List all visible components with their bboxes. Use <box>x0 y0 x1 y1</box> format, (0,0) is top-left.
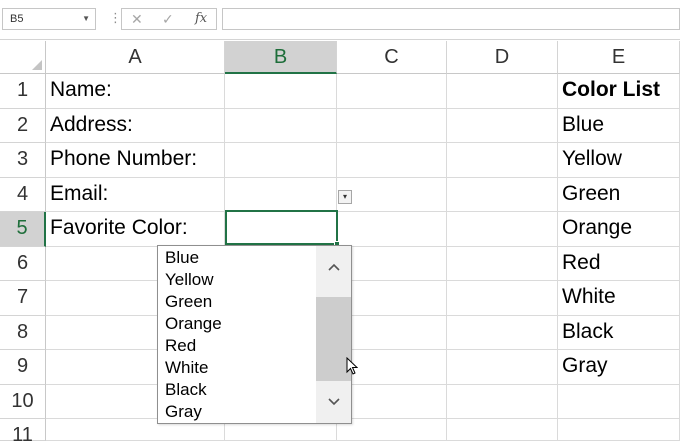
dropdown-option-yellow[interactable]: Yellow <box>165 270 214 290</box>
cell-b3[interactable] <box>225 143 337 178</box>
validation-dropdown-list: Blue Yellow Green Orange Red White Black… <box>157 245 352 424</box>
cancel-icon[interactable]: ✕ <box>131 11 143 28</box>
row-header-6[interactable]: 6 <box>0 246 46 281</box>
insert-function-icon[interactable]: fx <box>195 11 207 26</box>
row-header-9[interactable]: 9 <box>0 350 46 385</box>
cell-c10[interactable] <box>337 384 447 419</box>
cell-a4[interactable]: Email: <box>46 177 225 212</box>
name-box[interactable]: B5 ▼ <box>2 8 96 30</box>
enter-icon[interactable]: ✓ <box>162 11 174 28</box>
name-box-dropdown-icon[interactable]: ▼ <box>82 14 90 23</box>
cell-b4[interactable] <box>225 177 337 212</box>
dropdown-scrollbar[interactable] <box>316 246 351 423</box>
column-header-d[interactable]: D <box>447 41 558 74</box>
cell-d7[interactable] <box>447 281 558 316</box>
validation-dropdown-icon[interactable]: ▾ <box>338 190 352 204</box>
cell-e10[interactable] <box>558 384 680 419</box>
name-box-value: B5 <box>10 13 24 25</box>
column-header-b[interactable]: B <box>225 41 337 74</box>
cell-e7[interactable]: White <box>558 281 680 316</box>
cell-d11[interactable] <box>447 419 558 441</box>
cell-b2[interactable] <box>225 108 337 143</box>
row-header-5[interactable]: 5 <box>0 212 46 247</box>
row-header-10[interactable]: 10 <box>0 384 46 419</box>
cell-a3[interactable]: Phone Number: <box>46 143 225 178</box>
formula-bar-grip-icon: ⋮ <box>109 10 122 25</box>
cell-c3[interactable] <box>337 143 447 178</box>
cell-a1[interactable]: Name: <box>46 74 225 109</box>
active-cell-border[interactable] <box>225 210 340 247</box>
cell-d1[interactable] <box>447 74 558 109</box>
cell-c8[interactable] <box>337 315 447 350</box>
cell-e9[interactable]: Gray <box>558 350 680 385</box>
cell-e3[interactable]: Yellow <box>558 143 680 178</box>
dropdown-option-black[interactable]: Black <box>165 380 207 400</box>
cell-d8[interactable] <box>447 315 558 350</box>
cell-e5[interactable]: Orange <box>558 212 680 247</box>
cell-b1[interactable] <box>225 74 337 109</box>
cell-c2[interactable] <box>337 108 447 143</box>
formula-buttons: ✕ ✓ fx <box>121 8 217 30</box>
cell-a5[interactable]: Favorite Color: <box>46 212 225 247</box>
row-header-1[interactable]: 1 <box>0 74 46 109</box>
dropdown-option-orange[interactable]: Orange <box>165 314 222 334</box>
cell-c5[interactable] <box>337 212 447 247</box>
select-all-button[interactable] <box>0 41 46 74</box>
column-header-c[interactable]: C <box>337 41 447 74</box>
dropdown-option-blue[interactable]: Blue <box>165 248 199 268</box>
cell-d9[interactable] <box>447 350 558 385</box>
row-header-8[interactable]: 8 <box>0 315 46 350</box>
cell-e8[interactable]: Black <box>558 315 680 350</box>
dropdown-option-gray[interactable]: Gray <box>165 402 202 422</box>
cell-d5[interactable] <box>447 212 558 247</box>
row-header-2[interactable]: 2 <box>0 108 46 143</box>
dropdown-option-green[interactable]: Green <box>165 292 212 312</box>
scroll-up-icon[interactable] <box>316 246 351 288</box>
dropdown-option-red[interactable]: Red <box>165 336 196 356</box>
cell-d4[interactable] <box>447 177 558 212</box>
dropdown-option-white[interactable]: White <box>165 358 208 378</box>
column-header-a[interactable]: A <box>46 41 225 74</box>
cell-c1[interactable] <box>337 74 447 109</box>
formula-input[interactable] <box>222 8 680 30</box>
cell-c7[interactable] <box>337 281 447 316</box>
cell-e1[interactable]: Color List <box>558 74 680 109</box>
cell-d6[interactable] <box>447 246 558 281</box>
mouse-pointer-icon <box>346 357 358 375</box>
cell-c6[interactable] <box>337 246 447 281</box>
cell-d2[interactable] <box>447 108 558 143</box>
row-header-11[interactable]: 11 <box>0 419 46 441</box>
cell-c4[interactable] <box>337 177 447 212</box>
cell-d10[interactable] <box>447 384 558 419</box>
cell-d3[interactable] <box>447 143 558 178</box>
row-header-4[interactable]: 4 <box>0 177 46 212</box>
scroll-down-icon[interactable] <box>316 381 351 423</box>
row-header-3[interactable]: 3 <box>0 143 46 178</box>
cell-e11[interactable] <box>558 419 680 441</box>
cell-e6[interactable]: Red <box>558 246 680 281</box>
cell-e4[interactable]: Green <box>558 177 680 212</box>
cell-a2[interactable]: Address: <box>46 108 225 143</box>
formula-bar: B5 ▼ ⋮ ✕ ✓ fx <box>0 0 680 40</box>
row-header-7[interactable]: 7 <box>0 281 46 316</box>
cell-c11[interactable] <box>337 419 447 441</box>
column-header-e[interactable]: E <box>558 41 680 74</box>
cell-e2[interactable]: Blue <box>558 108 680 143</box>
